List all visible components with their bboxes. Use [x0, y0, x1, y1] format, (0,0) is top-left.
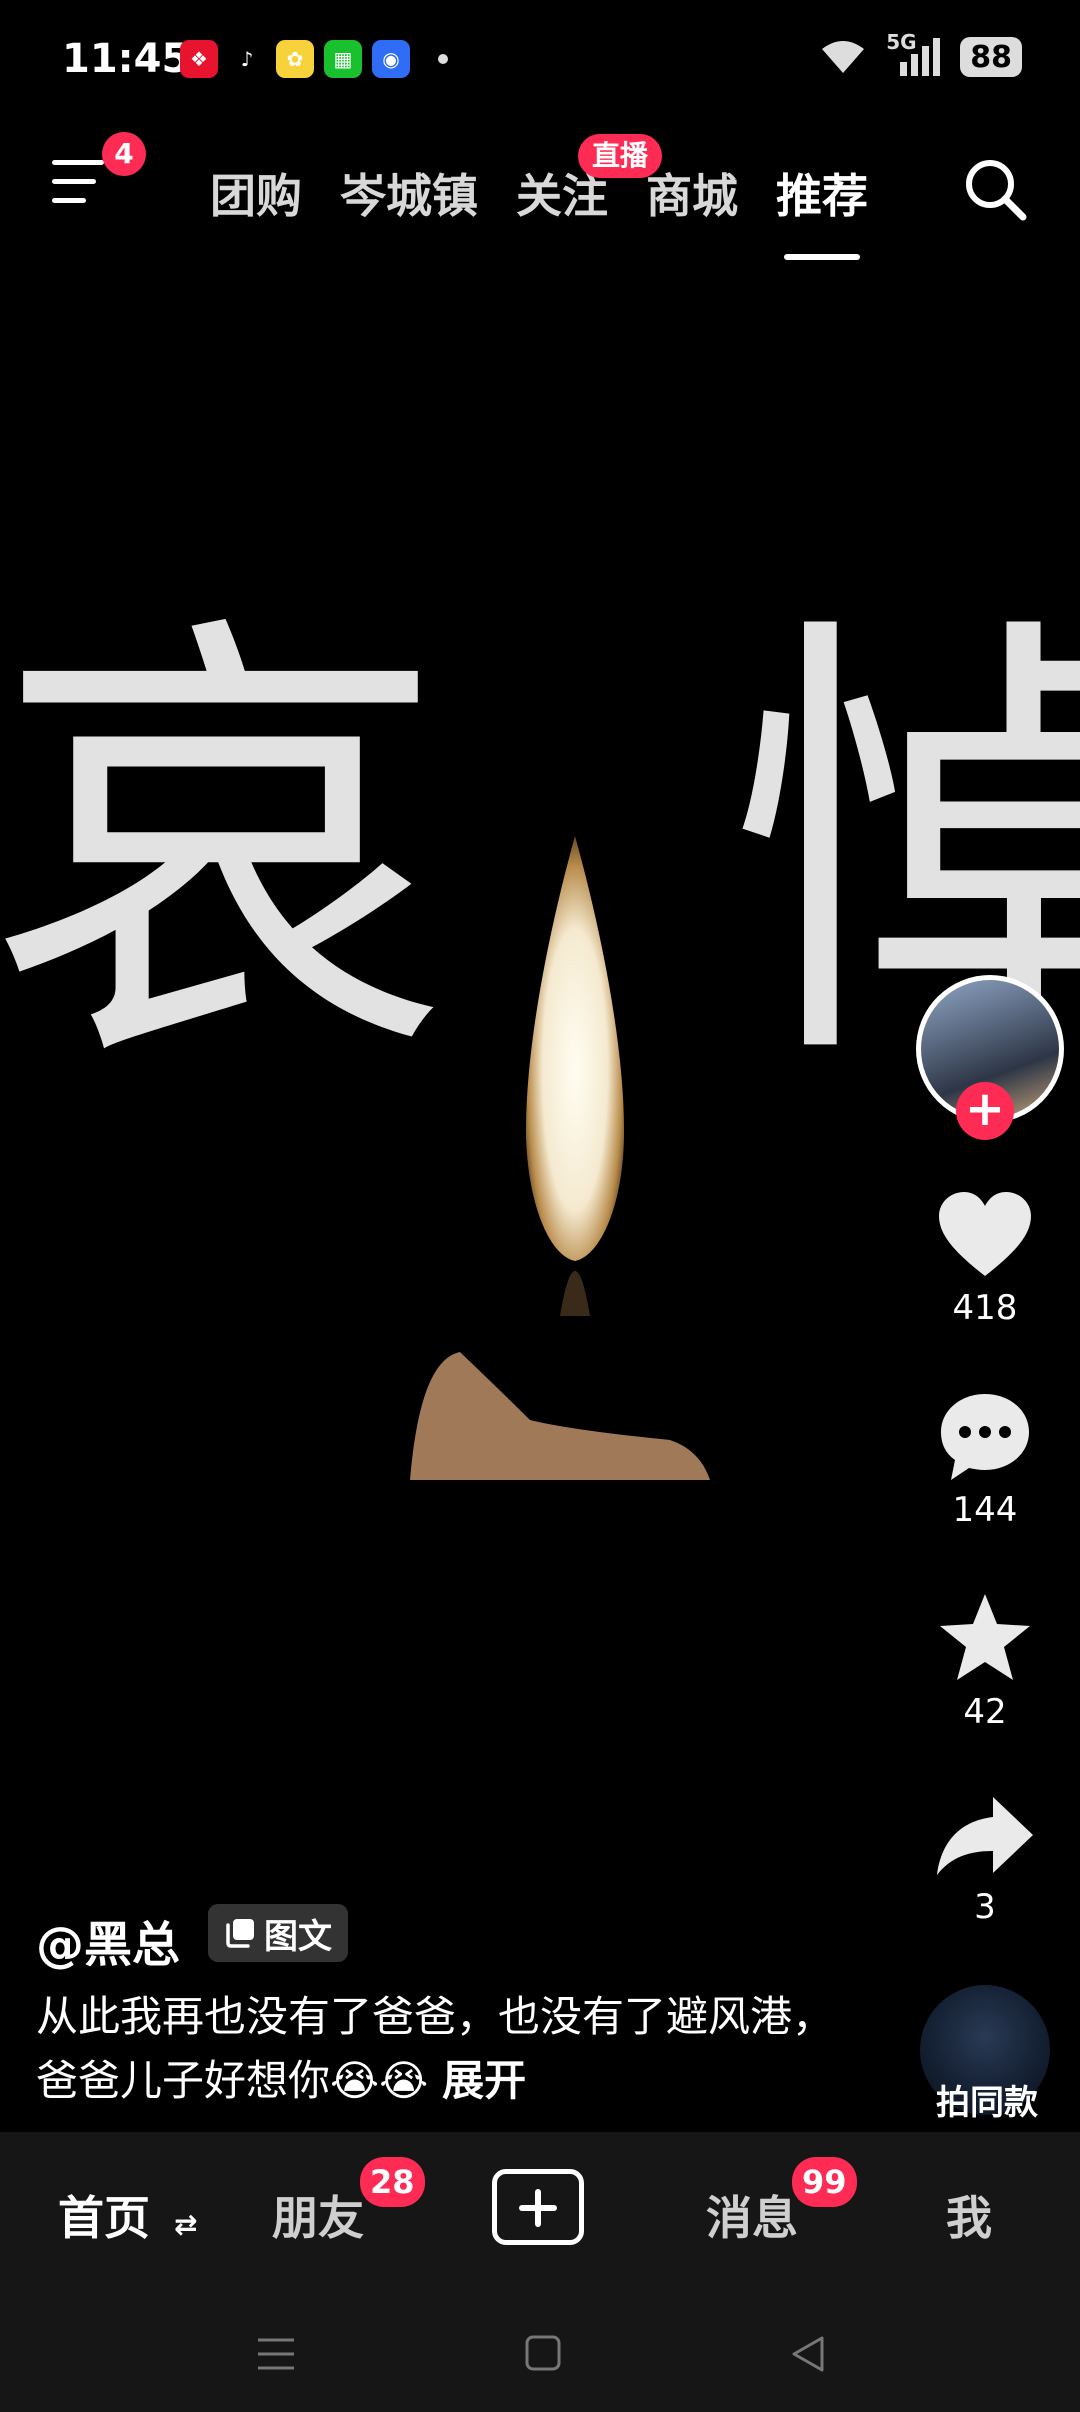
search-icon[interactable]	[962, 156, 1028, 222]
app-notification-icon: ✿	[276, 40, 314, 78]
live-badge: 直播	[578, 134, 663, 178]
app-notification-icon: ❖	[180, 40, 218, 78]
candle-flame	[525, 836, 625, 1316]
heart-icon	[939, 1192, 1031, 1276]
system-nav-bar	[0, 2292, 1080, 2412]
home-system-icon[interactable]	[524, 2334, 562, 2372]
tab-recommend-label: 推荐	[776, 169, 868, 223]
favorite-count: 42	[963, 1692, 1007, 1732]
refresh-arrows-icon: ⇄	[174, 2208, 198, 2241]
top-tabs: 团购 岑城镇 关注 商城 推荐	[210, 160, 906, 260]
notification-icons: ❖ ♪ ✿ ▦ ◉	[180, 40, 448, 78]
star-icon	[940, 1594, 1030, 1680]
favorite-button[interactable]: 42	[930, 1592, 1040, 1732]
share-icon	[937, 1797, 1033, 1875]
back-icon[interactable]	[788, 2334, 828, 2374]
nav-messages[interactable]: 消息	[706, 2182, 798, 2248]
more-notifications-dot	[438, 54, 448, 64]
candle-body	[410, 1352, 710, 1480]
network-type: 5G	[886, 30, 917, 54]
messages-badge: 99	[792, 2157, 857, 2207]
douyin-notification-icon: ♪	[228, 40, 266, 78]
same-style-button[interactable]: 拍同款	[914, 2075, 1060, 2124]
caption-text: 从此我再也没有了爸爸，也没有了避风港，爸爸儿子好想你😭😭	[36, 1992, 835, 2105]
nav-me[interactable]: 我	[946, 2182, 992, 2248]
battery-level: 88	[970, 39, 1012, 75]
friends-badge: 28	[360, 2157, 425, 2207]
active-tab-indicator	[784, 254, 860, 260]
bottom-nav: 首页 ⇄ 朋友 28 消息 99 我	[0, 2132, 1080, 2292]
create-button[interactable]	[492, 2169, 584, 2245]
app-notification-icon: ▦	[324, 40, 362, 78]
author-name[interactable]: @黑总	[36, 1905, 180, 1975]
battery-indicator: 88	[960, 37, 1022, 77]
comment-count: 144	[952, 1490, 1018, 1530]
image-post-icon	[226, 1919, 254, 1948]
recents-icon[interactable]	[256, 2336, 296, 2372]
share-count: 3	[974, 1887, 996, 1927]
tab-mall[interactable]: 商城	[646, 160, 738, 226]
tab-group-buy[interactable]: 团购	[210, 160, 302, 226]
wifi-icon	[822, 41, 865, 73]
post-caption[interactable]: 从此我再也没有了爸爸，也没有了避风港，爸爸儿子好想你😭😭 展开	[36, 1985, 846, 2113]
like-button[interactable]: 418	[930, 1190, 1040, 1328]
signal-icon: 5G	[886, 30, 942, 78]
menu-button[interactable]	[52, 160, 108, 204]
nav-home[interactable]: 首页 ⇄	[58, 2182, 197, 2248]
menu-badge: 4	[102, 132, 146, 176]
tab-recommend[interactable]: 推荐	[776, 160, 868, 260]
expand-button[interactable]: 展开	[442, 2056, 526, 2105]
status-indicators: 5G 88	[818, 30, 1022, 78]
status-time: 11:45	[62, 36, 190, 82]
nav-friends[interactable]: 朋友	[272, 2182, 364, 2248]
comment-icon	[941, 1394, 1029, 1480]
video-text-left: 哀	[0, 582, 450, 1117]
post-type-tag: 图文	[208, 1904, 348, 1962]
baidu-notification-icon: ◉	[372, 40, 410, 78]
like-count: 418	[952, 1288, 1018, 1328]
post-type-label: 图文	[264, 1916, 332, 1957]
share-button[interactable]: 3	[930, 1795, 1040, 1927]
comment-button[interactable]: 144	[930, 1390, 1040, 1530]
follow-button[interactable]: +	[956, 1082, 1014, 1140]
nav-home-label: 首页	[58, 2191, 150, 2245]
tab-local[interactable]: 岑城镇	[340, 160, 478, 226]
